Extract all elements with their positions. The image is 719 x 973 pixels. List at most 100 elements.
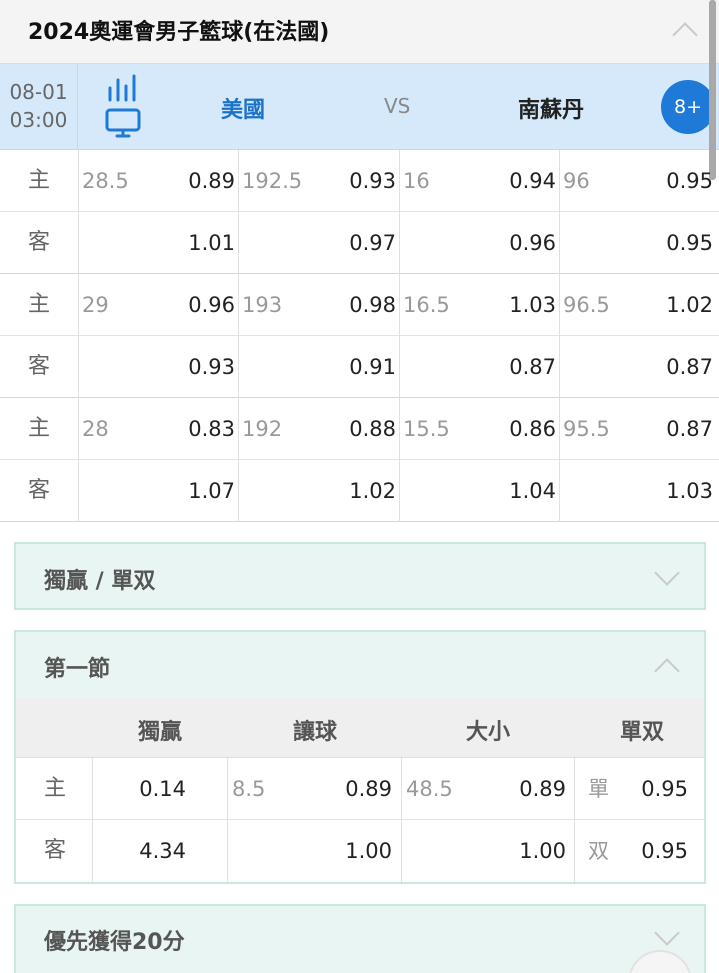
column-divider — [399, 150, 400, 274]
collapse-chevron-up-icon[interactable] — [654, 658, 680, 684]
odds-row-away: 客 0.93 0.91 0.87 0.87 — [0, 336, 719, 398]
column-divider — [574, 758, 575, 882]
total-under-odds[interactable]: 0.97 — [310, 212, 396, 274]
half-total-line: 96.5 — [563, 293, 610, 317]
expand-chevron-down-icon[interactable] — [654, 920, 680, 946]
total-over-odds[interactable]: 0.98 — [310, 274, 396, 336]
collapse-chevron-up-icon[interactable] — [672, 22, 698, 48]
away-label: 客 — [44, 838, 67, 863]
half-handicap-away-odds[interactable]: 1.04 — [470, 460, 556, 522]
half-handicap-line: 15.5 — [403, 417, 450, 441]
odd-odds[interactable]: 0.95 — [626, 758, 688, 820]
handicap-line: 28 — [82, 417, 109, 441]
half-handicap-home-odds[interactable]: 0.86 — [470, 398, 556, 460]
column-divider — [227, 758, 228, 882]
total-under-odds[interactable]: 0.91 — [310, 336, 396, 398]
half-handicap-away-odds[interactable]: 0.87 — [470, 336, 556, 398]
odds-row-away: 客 1.07 1.02 1.04 1.03 — [0, 460, 719, 522]
handicap-away-odds[interactable]: 1.07 — [150, 460, 235, 522]
first-quarter-table: 獨贏 讓球 大小 單双 主 0.14 8.5 0.89 48.5 0.89 單 … — [14, 698, 706, 884]
handicap-away-odds[interactable]: 0.93 — [150, 336, 235, 398]
half-total-over-odds[interactable]: 1.02 — [630, 274, 713, 336]
match-row[interactable]: 08-01 03:00 美國 VS 南蘇丹 8+ — [0, 64, 719, 150]
total-line: 193 — [242, 293, 283, 317]
half-handicap-home-odds[interactable]: 1.03 — [470, 274, 556, 336]
even-label: 双 — [588, 839, 609, 863]
handicap-home-odds[interactable]: 0.96 — [150, 274, 235, 336]
column-divider — [238, 398, 239, 522]
half-total-over-odds[interactable]: 0.87 — [630, 398, 713, 460]
total-under-odds[interactable]: 1.02 — [310, 460, 396, 522]
odds-group: 主 28.5 0.89 192.5 0.93 16 0.94 96 0.95 客… — [0, 150, 719, 274]
handicap-line: 28.5 — [82, 169, 129, 193]
half-handicap-line: 16 — [403, 169, 430, 193]
column-divider — [238, 274, 239, 398]
column-divider — [238, 150, 239, 274]
away-team-name[interactable]: 南蘇丹 — [518, 92, 584, 124]
odds-row-away: 客 1.01 0.97 0.96 0.95 — [0, 212, 719, 274]
moneyline-away-odds[interactable]: 4.34 — [94, 820, 186, 882]
column-divider — [78, 274, 79, 398]
column-divider — [78, 398, 79, 522]
moneyline-home-odds[interactable]: 0.14 — [94, 758, 186, 820]
handicap-away-odds[interactable]: 1.00 — [316, 820, 392, 882]
handicap-home-odds[interactable]: 0.89 — [316, 758, 392, 820]
panel-winner-oddeven[interactable]: 獨贏 / 單双 — [14, 542, 706, 610]
handicap-away-odds[interactable]: 1.01 — [150, 212, 235, 274]
total-under-odds[interactable]: 1.00 — [486, 820, 566, 882]
expand-chevron-down-icon[interactable] — [654, 560, 680, 586]
panel-first-to-20[interactable]: 優先獲得20分 — [14, 904, 706, 973]
away-label: 客 — [27, 230, 50, 255]
table-row-home: 主 0.14 8.5 0.89 48.5 0.89 單 0.95 — [16, 758, 704, 820]
half-total-under-odds[interactable]: 1.03 — [630, 460, 713, 522]
col-header-odd-even: 單双 — [620, 720, 665, 745]
away-label: 客 — [27, 478, 50, 503]
match-date: 08-01 — [9, 80, 68, 104]
col-header-handicap: 讓球 — [293, 720, 338, 745]
home-label: 主 — [27, 292, 50, 317]
vs-label: VS — [384, 94, 411, 118]
half-total-under-odds[interactable]: 0.95 — [630, 212, 713, 274]
column-divider — [559, 398, 560, 522]
home-team-name[interactable]: 美國 — [221, 92, 265, 124]
even-odds[interactable]: 0.95 — [626, 820, 688, 882]
panel-title: 獨贏 / 單双 — [44, 569, 156, 594]
handicap-home-odds[interactable]: 0.83 — [150, 398, 235, 460]
handicap-line: 8.5 — [232, 777, 266, 801]
more-markets-badge[interactable]: 8+ — [661, 80, 715, 134]
stats-tv-icon[interactable] — [104, 74, 144, 142]
total-line: 192 — [242, 417, 283, 441]
half-handicap-line: 16.5 — [403, 293, 450, 317]
odds-group: 主 29 0.96 193 0.98 16.5 1.03 96.5 1.02 客… — [0, 274, 719, 398]
column-divider — [78, 150, 79, 274]
total-line: 192.5 — [242, 169, 303, 193]
odd-label: 單 — [588, 777, 609, 801]
column-divider — [401, 758, 402, 882]
league-header[interactable]: 2024奧運會男子籃球(在法國) — [0, 0, 719, 64]
total-over-odds[interactable]: 0.88 — [310, 398, 396, 460]
total-line: 48.5 — [406, 777, 453, 801]
col-header-moneyline: 獨贏 — [138, 720, 183, 745]
half-total-line: 95.5 — [563, 417, 610, 441]
half-total-over-odds[interactable]: 0.95 — [630, 150, 713, 212]
total-over-odds[interactable]: 0.89 — [486, 758, 566, 820]
column-divider — [92, 758, 93, 882]
panel-first-quarter[interactable]: 第一節 — [14, 630, 706, 700]
odds-row-home: 主 28.5 0.89 192.5 0.93 16 0.94 96 0.95 — [0, 150, 719, 212]
column-divider — [559, 274, 560, 398]
odds-table: 主 28.5 0.89 192.5 0.93 16 0.94 96 0.95 客… — [0, 150, 719, 522]
match-time: 03:00 — [9, 108, 68, 132]
half-handicap-away-odds[interactable]: 0.96 — [470, 212, 556, 274]
half-handicap-home-odds[interactable]: 0.94 — [470, 150, 556, 212]
table-row-away: 客 4.34 1.00 1.00 双 0.95 — [16, 820, 704, 882]
handicap-home-odds[interactable]: 0.89 — [150, 150, 235, 212]
half-total-line: 96 — [563, 169, 590, 193]
column-divider — [559, 150, 560, 274]
away-label: 客 — [27, 354, 50, 379]
half-total-under-odds[interactable]: 0.87 — [630, 336, 713, 398]
table-header: 獨贏 讓球 大小 單双 — [16, 698, 704, 758]
total-over-odds[interactable]: 0.93 — [310, 150, 396, 212]
column-divider — [399, 274, 400, 398]
home-label: 主 — [27, 168, 50, 193]
col-header-total: 大小 — [466, 720, 511, 745]
